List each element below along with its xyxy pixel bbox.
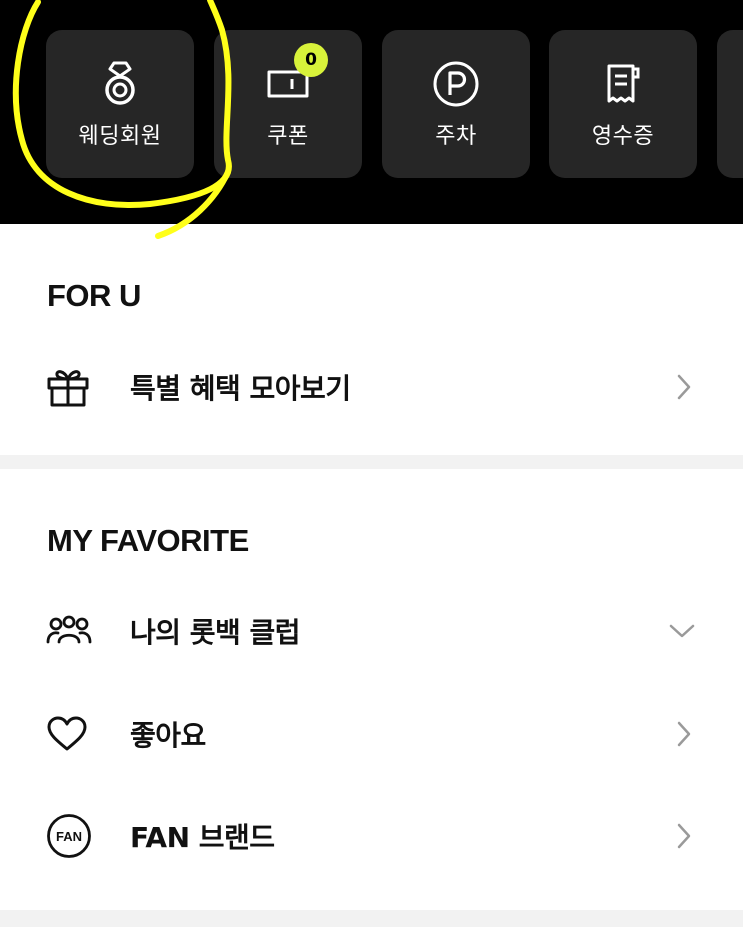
- list-item-fan-brand[interactable]: FAN FAN 브랜드: [0, 801, 743, 871]
- section-divider: [0, 455, 743, 469]
- quick-menu-parking[interactable]: 주차: [382, 30, 530, 178]
- parking-icon: [433, 61, 479, 107]
- quick-menu-wedding-member[interactable]: 웨딩회원: [46, 30, 194, 178]
- coupon-count-badge: 0: [294, 43, 328, 77]
- section-title-my-favorite: MY FAVORITE: [47, 523, 249, 558]
- quick-menu-receipt[interactable]: 영수증: [549, 30, 697, 178]
- quick-menu-label: 웨딩회원: [78, 124, 162, 149]
- list-item-lotte-club[interactable]: 나의 롯백 클럽: [0, 596, 743, 666]
- receipt-icon: [607, 64, 640, 103]
- section-title-for-u: FOR U: [47, 278, 141, 313]
- section-divider: [0, 910, 743, 927]
- heart-icon: [47, 716, 87, 751]
- chevron-right-icon: [677, 374, 691, 400]
- wedding-ring-icon: [105, 61, 135, 105]
- list-item-likes[interactable]: 좋아요: [0, 699, 743, 769]
- chevron-right-icon: [677, 721, 691, 747]
- fan-icon: FAN: [47, 814, 91, 858]
- list-item-label: FAN 브랜드: [130, 821, 275, 854]
- list-item-special-benefits[interactable]: 특별 혜택 모아보기: [0, 352, 743, 422]
- list-item-label: 특별 혜택 모아보기: [130, 372, 351, 405]
- list-item-label: 좋아요: [130, 719, 206, 752]
- group-icon: [46, 615, 92, 644]
- quick-menu-label: 영수증: [591, 124, 655, 149]
- fan-icon-text: FAN: [56, 829, 82, 844]
- chevron-right-icon: [677, 823, 691, 849]
- gift-icon: [47, 370, 89, 407]
- quick-menu-label: 쿠폰: [267, 124, 309, 149]
- quick-menu-label: 주차: [435, 124, 477, 149]
- quick-menu-next-partial[interactable]: [717, 30, 743, 178]
- quick-menu-coupon[interactable]: 0 쿠폰: [214, 30, 362, 178]
- chevron-down-icon: [669, 624, 695, 638]
- quick-menu-bar: 웨딩회원 0 쿠폰 주차 영수증: [0, 0, 743, 224]
- list-item-label: 나의 롯백 클럽: [130, 616, 301, 649]
